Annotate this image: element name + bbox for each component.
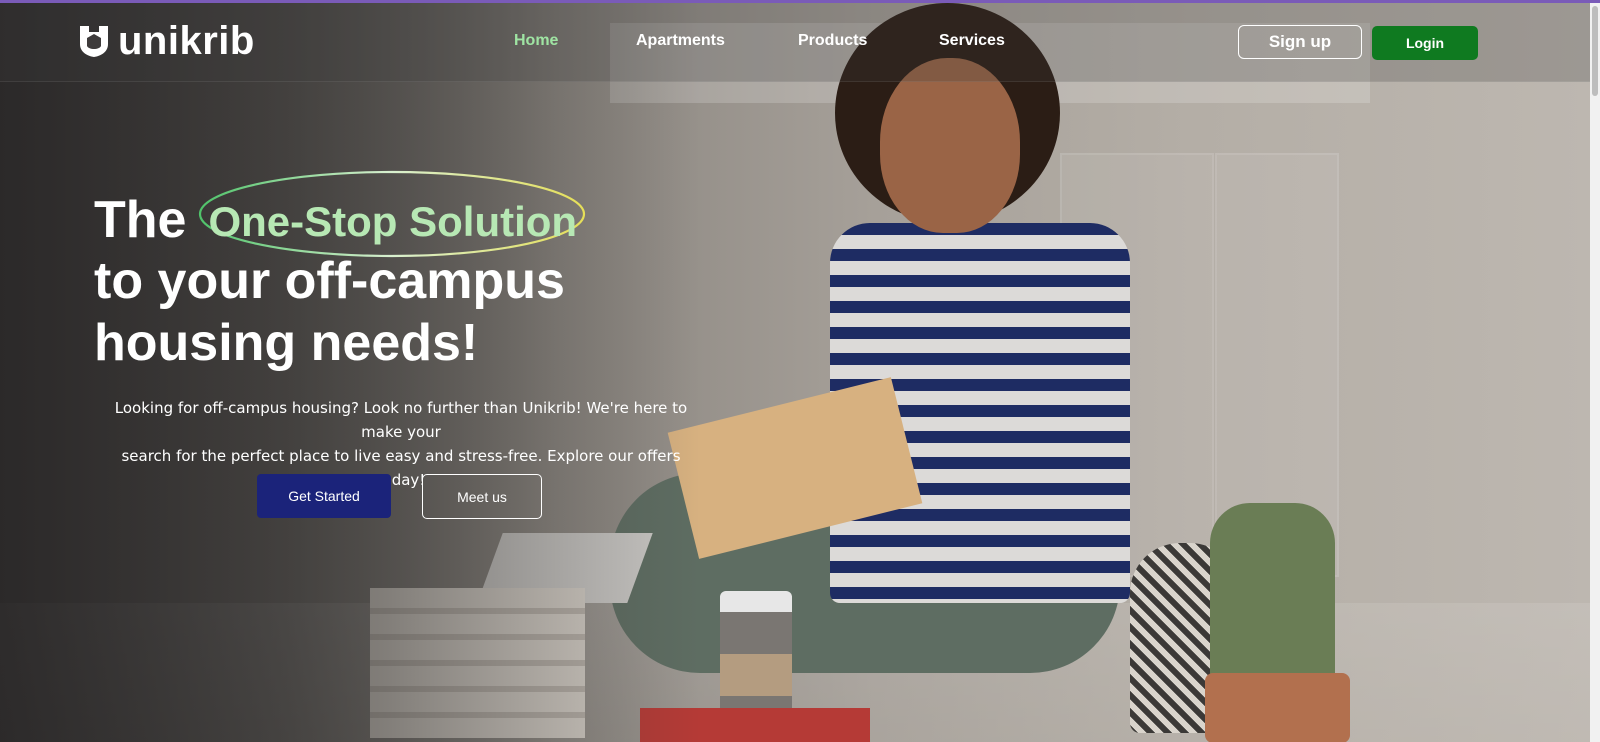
nav-item-services[interactable]: Services <box>939 32 1005 50</box>
signup-button[interactable]: Sign up <box>1238 25 1362 59</box>
nav-item-apartments[interactable]: Apartments <box>636 32 725 50</box>
brand-name: unikrib <box>118 19 255 63</box>
hero-subtitle-line-2: search for the perfect place to live eas… <box>121 447 681 489</box>
nav-item-home[interactable]: Home <box>514 32 558 50</box>
brand-logo[interactable]: unikrib <box>78 21 255 61</box>
get-started-button[interactable]: Get Started <box>257 474 391 518</box>
page-scrollbar[interactable] <box>1590 3 1600 742</box>
hero-title-highlight-text: One-Stop Solution <box>208 197 578 245</box>
hero-title-line-3: housing needs! <box>94 314 479 372</box>
hero-title-highlight: One-Stop Solution <box>199 170 586 257</box>
hero-title-prefix: The <box>94 191 187 249</box>
hero-subtitle: Looking for off-campus housing? Look no … <box>96 396 706 492</box>
nav-item-products[interactable]: Products <box>798 32 867 50</box>
login-button[interactable]: Login <box>1372 26 1478 60</box>
page-scrollbar-thumb[interactable] <box>1592 6 1598 96</box>
meet-us-button[interactable]: Meet us <box>422 474 542 519</box>
hero-title-line-1: The One-Stop Solution <box>94 170 586 257</box>
hero-subtitle-line-1: Looking for off-campus housing? Look no … <box>114 399 688 441</box>
photo-person-face <box>880 58 1020 233</box>
unikrib-shield-logo-icon <box>78 24 110 58</box>
site-header: unikrib Home Apartments Products Service… <box>0 3 1590 82</box>
photo-plant-pot <box>1205 673 1350 742</box>
hero-title: The One-Stop Solution to your off-campus… <box>94 170 586 374</box>
